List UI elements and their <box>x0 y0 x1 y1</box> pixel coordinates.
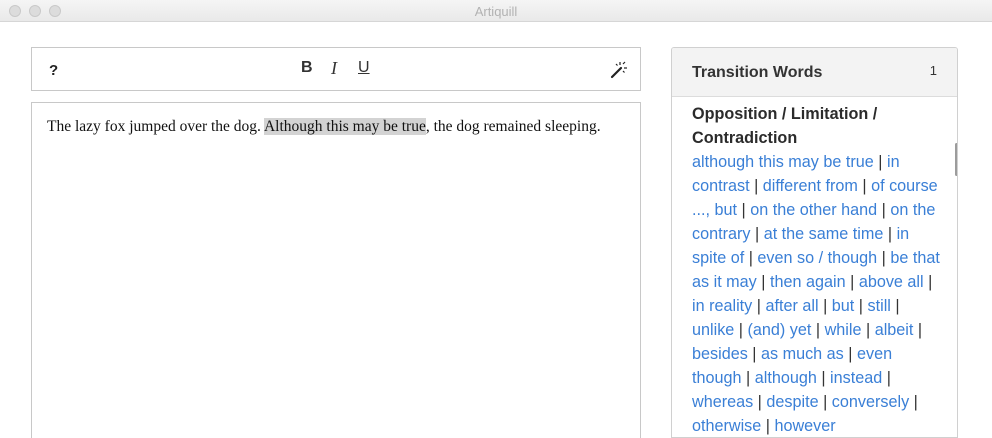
transition-word-link[interactable]: although <box>755 369 817 387</box>
word-separator: | <box>818 393 832 411</box>
word-separator: | <box>854 297 868 315</box>
transition-word-link[interactable]: albeit <box>875 321 914 339</box>
word-separator: | <box>890 297 900 315</box>
transition-word-link[interactable]: unlike <box>692 321 734 339</box>
transition-word-link[interactable]: as much as <box>761 345 844 363</box>
transition-word-link[interactable]: otherwise <box>692 417 761 435</box>
word-separator: | <box>909 393 918 411</box>
word-separator: | <box>877 201 891 219</box>
transition-word-link[interactable]: after all <box>765 297 818 315</box>
word-separator: | <box>845 273 859 291</box>
word-separator: | <box>843 345 857 363</box>
word-separator: | <box>861 321 875 339</box>
word-separator: | <box>749 177 763 195</box>
word-separator: | <box>873 153 887 171</box>
formatting-toolbar: ? B I U <box>31 47 641 91</box>
word-separator: | <box>756 273 770 291</box>
transition-word-link[interactable]: (and) yet <box>748 321 812 339</box>
transition-word-link[interactable]: above all <box>859 273 924 291</box>
magic-wand-icon[interactable] <box>608 60 628 80</box>
panel-body: Opposition / Limitation / Contradiction … <box>692 102 942 437</box>
word-separator: | <box>816 369 831 387</box>
panel-title: Transition Words <box>692 64 823 81</box>
editor-content[interactable]: The lazy fox jumped over the dog. Althou… <box>47 118 601 136</box>
word-separator: | <box>741 369 755 387</box>
transition-word-link[interactable]: but <box>832 297 855 315</box>
transition-word-link[interactable]: conversely <box>832 393 909 411</box>
transition-word-link[interactable]: while <box>825 321 862 339</box>
underline-button[interactable]: U <box>358 59 370 77</box>
word-separator: | <box>734 321 748 339</box>
transition-word-link[interactable]: at the same time <box>764 225 884 243</box>
panel-header[interactable]: Transition Words 1 <box>672 48 957 97</box>
transition-word-link[interactable]: however <box>774 417 835 435</box>
word-separator: | <box>750 225 764 243</box>
transition-word-link[interactable]: besides <box>692 345 748 363</box>
transition-word-link[interactable]: still <box>868 297 891 315</box>
word-separator: | <box>747 345 761 363</box>
panel-count-badge: 1 <box>929 63 937 78</box>
italic-button[interactable]: I <box>331 58 337 79</box>
title-bar: Artiquill <box>0 0 992 22</box>
transition-word-link[interactable]: then again <box>770 273 846 291</box>
transition-word-link[interactable]: although this may be true <box>692 153 874 171</box>
transition-word-link[interactable]: in reality <box>692 297 752 315</box>
transition-word-list: although this may be true | in contrast … <box>692 150 942 437</box>
highlighted-transition-phrase[interactable]: Although this may be true <box>263 118 426 135</box>
editor-text-after: , the dog remained sleeping. <box>425 118 601 135</box>
word-separator: | <box>818 297 832 315</box>
transition-word-link[interactable]: even so / though <box>757 249 877 267</box>
transition-word-link[interactable]: whereas <box>692 393 753 411</box>
category-heading: Opposition / Limitation / Contradiction <box>692 105 878 147</box>
transition-word-link[interactable]: different from <box>763 177 858 195</box>
word-separator: | <box>811 321 825 339</box>
word-separator: | <box>744 249 758 267</box>
word-separator: | <box>882 369 891 387</box>
editor-text-before: The lazy fox jumped over the dog. <box>47 118 264 135</box>
transition-words-panel: Transition Words 1 Opposition / Limitati… <box>671 47 958 438</box>
word-separator: | <box>752 297 766 315</box>
panel-scrollbar[interactable] <box>955 143 957 176</box>
word-separator: | <box>753 393 767 411</box>
word-separator: | <box>913 321 923 339</box>
transition-word-link[interactable]: on the other hand <box>750 201 877 219</box>
word-separator: | <box>923 273 933 291</box>
word-separator: | <box>737 201 751 219</box>
help-button[interactable]: ? <box>49 62 58 79</box>
bold-button[interactable]: B <box>301 59 313 77</box>
window-title: Artiquill <box>474 4 518 19</box>
word-separator: | <box>857 177 872 195</box>
word-separator: | <box>877 249 891 267</box>
word-separator: | <box>761 417 775 435</box>
text-editor[interactable]: The lazy fox jumped over the dog. Althou… <box>31 102 641 438</box>
transition-word-link[interactable]: despite <box>766 393 818 411</box>
word-separator: | <box>883 225 897 243</box>
transition-word-link[interactable]: instead <box>830 369 882 387</box>
